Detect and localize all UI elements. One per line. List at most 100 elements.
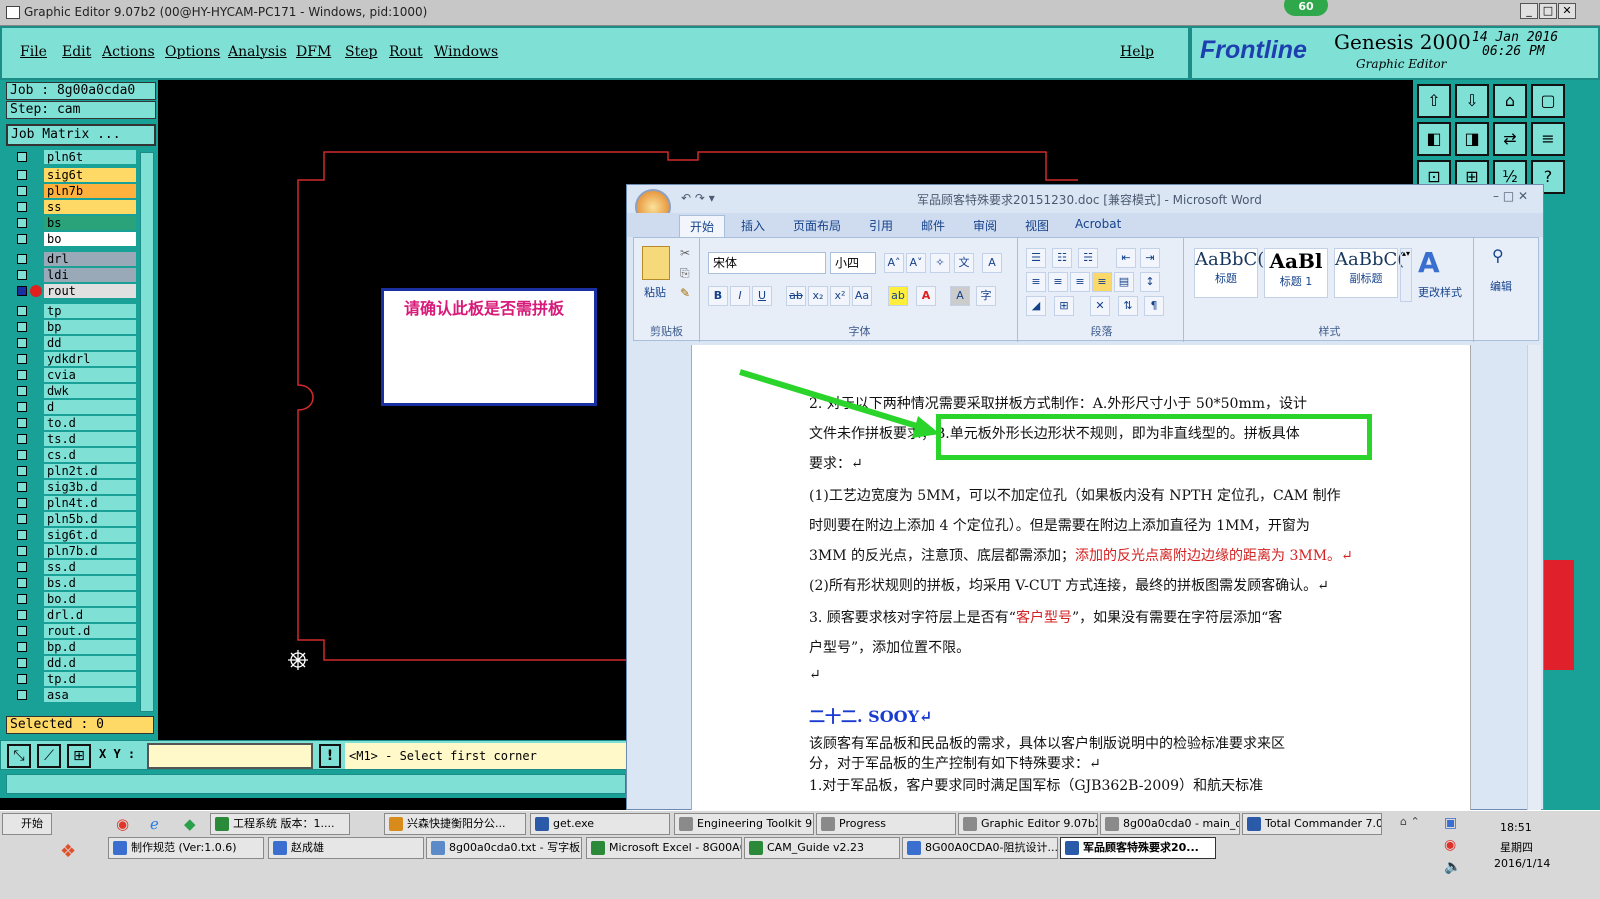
taskbar-item[interactable]: CAM_Guide v2.23 <box>744 837 900 859</box>
layer-row[interactable]: sig3b.d <box>12 480 136 494</box>
tab-home[interactable]: 开始 <box>679 215 726 237</box>
layer-checkbox[interactable] <box>17 186 27 196</box>
cut-icon[interactable]: ✂ <box>680 246 690 260</box>
taskbar-item[interactable]: 工程系统 版本：1.... <box>210 813 350 835</box>
layer-checkbox[interactable] <box>17 254 27 264</box>
layer-row[interactable]: rout <box>12 284 136 298</box>
layer-checkbox[interactable] <box>17 578 27 588</box>
tab-insert[interactable]: 插入 <box>741 217 765 234</box>
layer-name[interactable]: bp <box>44 320 136 334</box>
bullets-icon[interactable]: ☰ <box>1026 248 1046 268</box>
char-border-icon[interactable]: A <box>982 253 1002 273</box>
layer-row[interactable]: pln7b <box>12 184 136 198</box>
document-scrollbar[interactable] <box>1527 345 1541 811</box>
taskbar-item[interactable]: Microsoft Excel - 8G00A0... <box>586 837 742 859</box>
strikethrough-icon[interactable]: ab <box>786 286 806 306</box>
layer-checkbox[interactable] <box>17 546 27 556</box>
close-button[interactable]: ✕ <box>1558 3 1576 19</box>
layer-row[interactable]: dwk <box>12 384 136 398</box>
layer-checkbox[interactable] <box>17 418 27 428</box>
style-title[interactable]: AaBbC(标题 <box>1194 248 1264 298</box>
layer-name[interactable]: dd <box>44 336 136 350</box>
menu-analysis[interactable]: Analysis <box>228 44 287 60</box>
layer-name[interactable]: ss <box>44 200 136 214</box>
layer-name[interactable]: dd.d <box>44 656 136 670</box>
taskbar-item[interactable]: 8g00a0cda0.txt - 写字板 <box>426 837 582 859</box>
layer-scrollbar[interactable] <box>140 152 154 712</box>
grow-font-icon[interactable]: A˄ <box>884 253 904 273</box>
tab-acrobat[interactable]: Acrobat <box>1075 217 1121 231</box>
layer-checkbox[interactable] <box>17 402 27 412</box>
layer-row[interactable]: ts.d <box>12 432 136 446</box>
layer-name[interactable]: pln2t.d <box>44 464 136 478</box>
menu-step[interactable]: Step <box>345 44 377 60</box>
layer-checkbox[interactable] <box>17 658 27 668</box>
word-window-controls-icon[interactable]: – □ ✕ <box>1493 189 1528 203</box>
layer-checkbox[interactable] <box>17 234 27 244</box>
layer-name[interactable]: to.d <box>44 416 136 430</box>
layer-row[interactable]: drl.d <box>12 608 136 622</box>
layer-checkbox[interactable] <box>17 626 27 636</box>
layer-row[interactable]: tp <box>12 304 136 318</box>
char-shading-icon[interactable]: A <box>950 286 970 306</box>
change-styles-label[interactable]: 更改样式 <box>1418 284 1462 300</box>
zoom-tool-icon[interactable]: ⤡ <box>7 744 31 768</box>
layer-checkbox[interactable] <box>17 514 27 524</box>
layer-checkbox[interactable] <box>17 434 27 444</box>
taskbar-item[interactable]: 制作规范 (Ver:1.0.6) <box>108 837 264 859</box>
layer-name[interactable]: drl <box>44 252 136 266</box>
tab-page-layout[interactable]: 页面布局 <box>793 217 841 234</box>
layer-name[interactable]: rout.d <box>44 624 136 638</box>
minimize-button[interactable]: _ <box>1520 3 1538 19</box>
chinese-layout-icon[interactable]: ✕ <box>1090 296 1110 316</box>
paste-icon[interactable] <box>642 246 670 280</box>
layer-name[interactable]: dwk <box>44 384 136 398</box>
menu-rout[interactable]: Rout <box>389 44 423 60</box>
styles-scroll-icon[interactable]: ▴▾ <box>1400 248 1412 302</box>
layer-row[interactable]: tp.d <box>12 672 136 686</box>
layer-checkbox[interactable] <box>17 482 27 492</box>
layer-checkbox[interactable] <box>17 322 27 332</box>
layer-row[interactable]: bo <box>12 232 136 246</box>
tab-references[interactable]: 引用 <box>869 217 893 234</box>
layer-row[interactable]: sig6t <box>12 168 136 182</box>
volume-icon[interactable]: 🔈 <box>1444 859 1461 875</box>
layer-row[interactable]: ldi <box>12 268 136 282</box>
measure-tool-icon[interactable]: ⟋ <box>37 744 61 768</box>
layer-name[interactable]: ts.d <box>44 432 136 446</box>
xy-input[interactable] <box>147 743 313 769</box>
layer-row[interactable]: rout.d <box>12 624 136 638</box>
decrease-indent-icon[interactable]: ⇤ <box>1116 248 1136 268</box>
taskbar-item[interactable]: 赵成雄 <box>268 837 424 859</box>
start-button[interactable]: 开始 <box>2 813 52 835</box>
italic-icon[interactable]: I <box>730 286 750 306</box>
layer-checkbox[interactable] <box>17 152 27 162</box>
shrink-font-icon[interactable]: A˅ <box>906 253 926 273</box>
taskbar-item[interactable]: 8G00A0CDA0-阻抗设计... <box>902 837 1058 859</box>
subscript-icon[interactable]: x₂ <box>808 286 828 306</box>
style-subtitle[interactable]: AaBbC(副标题 <box>1334 248 1404 298</box>
layer-checkbox[interactable] <box>17 338 27 348</box>
tray-icons[interactable]: ⌂ ⌃ <box>1400 815 1440 865</box>
multilevel-icon[interactable]: ☵ <box>1078 248 1098 268</box>
change-case-icon[interactable]: Aa <box>852 286 872 306</box>
taskbar-item[interactable]: Graphic Editor 9.07b2... <box>958 813 1098 835</box>
taskbar-item[interactable]: Engineering Toolkit 9.... <box>674 813 814 835</box>
layer-checkbox[interactable] <box>17 594 27 604</box>
layer-row[interactable]: bs.d <box>12 576 136 590</box>
taskbar-item[interactable]: Progress <box>816 813 956 835</box>
layer-name[interactable]: bs.d <box>44 576 136 590</box>
layer-checkbox[interactable] <box>17 610 27 620</box>
layer-row[interactable]: bp <box>12 320 136 334</box>
align-right-icon[interactable]: ≡ <box>1070 272 1090 292</box>
layer-row[interactable]: cvia <box>12 368 136 382</box>
layer-row[interactable]: sig6t.d <box>12 528 136 542</box>
layer-checkbox[interactable] <box>17 354 27 364</box>
highlight-icon[interactable]: ab <box>888 286 908 306</box>
layer-name[interactable]: sig6t <box>44 168 136 182</box>
tool-6-icon[interactable]: ◨ <box>1455 122 1489 156</box>
font-size-select[interactable]: 小四 <box>830 252 876 274</box>
menu-help[interactable]: Help <box>1120 44 1154 60</box>
menu-file[interactable]: File <box>20 44 47 60</box>
quick-access-icon[interactable]: ↶ ↷ ▾ <box>681 191 715 205</box>
